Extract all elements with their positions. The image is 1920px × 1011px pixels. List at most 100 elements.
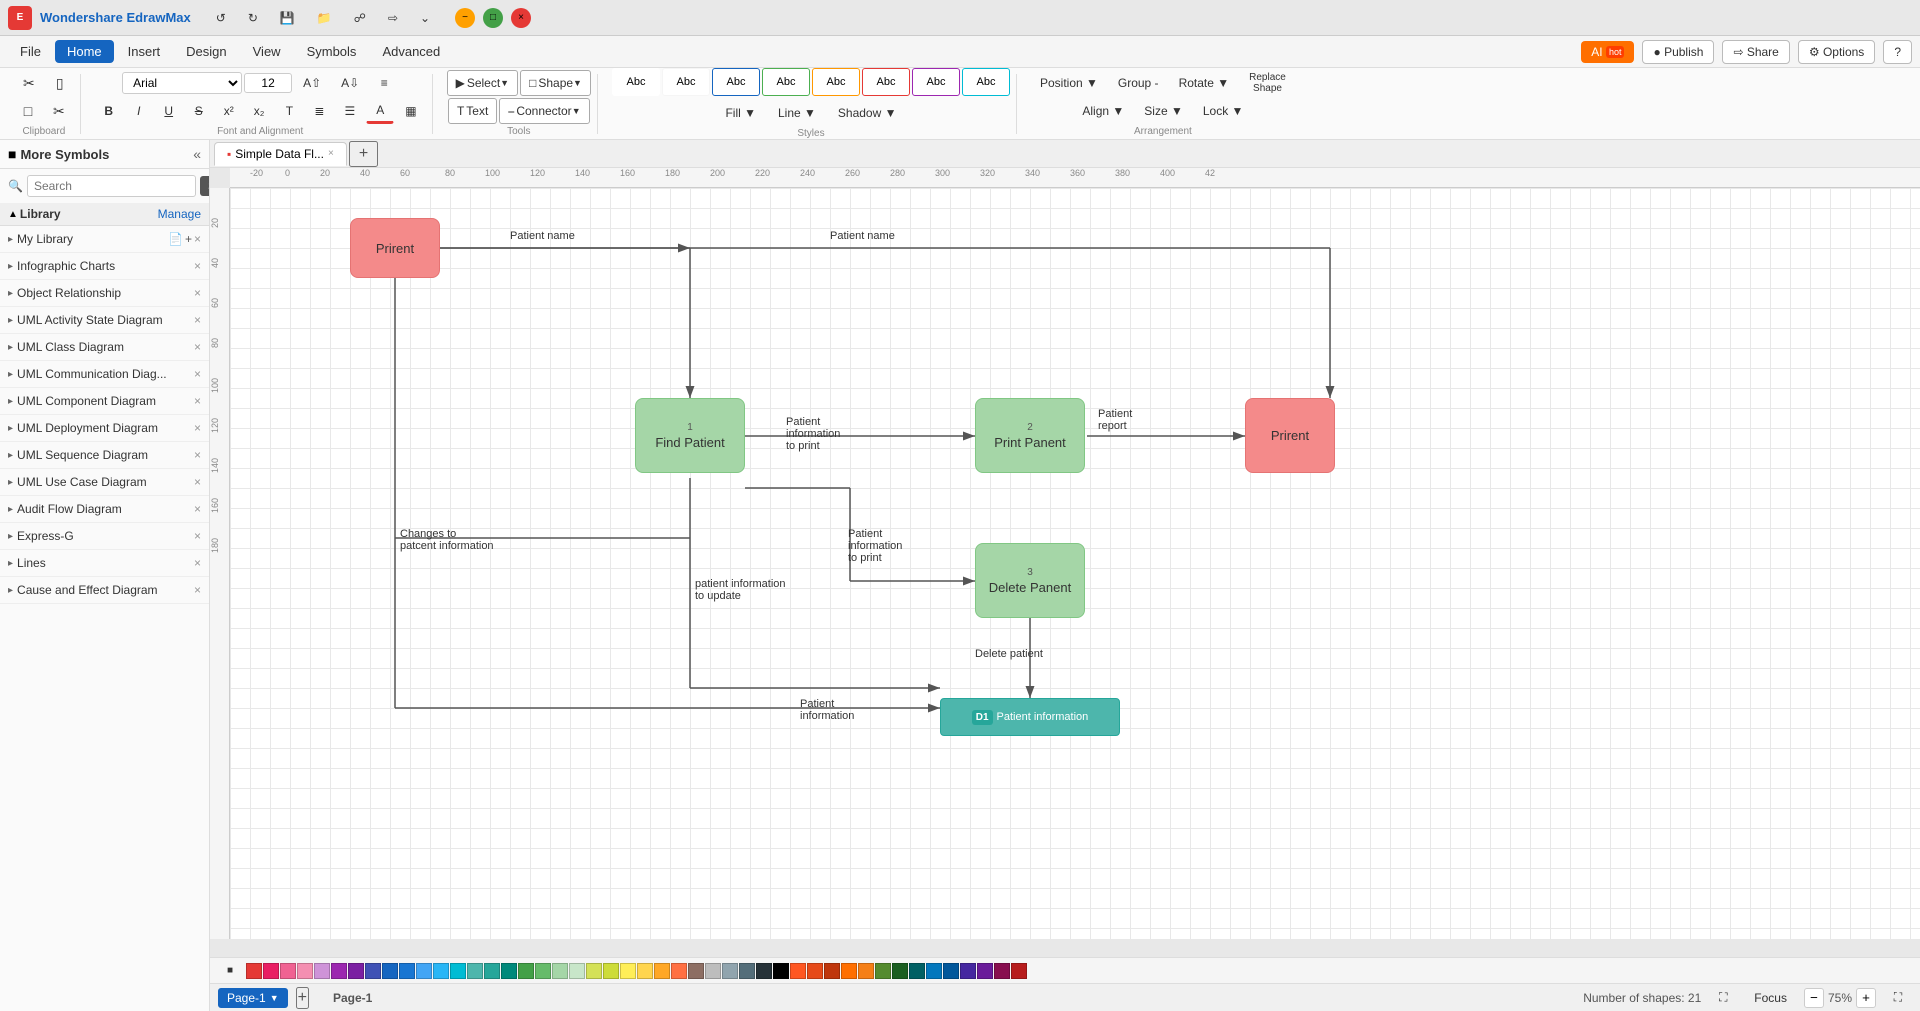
color-swatch[interactable] bbox=[671, 963, 687, 979]
position-button[interactable]: Position ▼ bbox=[1031, 70, 1107, 96]
style-thumb-6[interactable]: Abc bbox=[912, 68, 960, 96]
add-page-button[interactable]: + bbox=[296, 987, 309, 1009]
font-family-select[interactable]: Arial bbox=[122, 72, 242, 94]
color-swatch[interactable] bbox=[858, 963, 874, 979]
shadow-button[interactable]: Shadow ▼ bbox=[829, 100, 906, 126]
underline-button[interactable]: U bbox=[155, 98, 183, 124]
fullscreen-button[interactable]: ⛶ bbox=[1884, 985, 1912, 1011]
style-thumb-0[interactable]: Abc bbox=[612, 68, 660, 96]
item-close-icon[interactable]: × bbox=[194, 340, 201, 354]
color-swatch[interactable] bbox=[382, 963, 398, 979]
sidebar-item-uml-deployment-diagram[interactable]: ▸ UML Deployment Diagram × bbox=[0, 415, 209, 442]
color-swatch[interactable] bbox=[246, 963, 262, 979]
color-swatch[interactable] bbox=[654, 963, 670, 979]
color-swatch[interactable] bbox=[892, 963, 908, 979]
item-close-icon[interactable]: × bbox=[194, 421, 201, 435]
item-close-icon[interactable]: × bbox=[194, 259, 201, 273]
sidebar-item-infographic-charts[interactable]: ▸ Infographic Charts × bbox=[0, 253, 209, 280]
increase-font-btn[interactable]: A⇧ bbox=[294, 70, 330, 96]
tab-simple-data-flow[interactable]: ▪ Simple Data Fl... × bbox=[214, 142, 347, 166]
font-color-btn[interactable]: A bbox=[366, 98, 394, 124]
new-tab-button[interactable]: + bbox=[349, 141, 378, 167]
more-button[interactable]: ⌄ bbox=[411, 5, 439, 31]
sidebar-item-uml-sequence-diagram[interactable]: ▸ UML Sequence Diagram × bbox=[0, 442, 209, 469]
paste-button[interactable]: □ bbox=[14, 98, 42, 124]
item-add-icon[interactable]: + bbox=[185, 232, 192, 246]
item-close-icon[interactable]: × bbox=[194, 286, 201, 300]
fill-button[interactable]: Fill ▼ bbox=[716, 100, 765, 126]
zoom-in-button[interactable]: + bbox=[1856, 988, 1876, 1008]
bold-button[interactable]: B bbox=[95, 98, 123, 124]
save-button[interactable]: 💾 bbox=[271, 5, 304, 31]
options-button[interactable]: ⚙ Options bbox=[1798, 40, 1875, 64]
color-swatch[interactable] bbox=[467, 963, 483, 979]
color-swatch[interactable] bbox=[365, 963, 381, 979]
subscript-button[interactable]: x₂ bbox=[245, 98, 274, 124]
menu-insert[interactable]: Insert bbox=[116, 40, 173, 63]
strikethrough-button[interactable]: S bbox=[185, 98, 213, 124]
collapse-sidebar-button[interactable]: « bbox=[193, 146, 201, 162]
copy-button[interactable]: ▯ bbox=[46, 70, 74, 96]
cut-button[interactable]: ✂ bbox=[14, 70, 44, 96]
template-button[interactable]: ☍ bbox=[345, 5, 375, 31]
style-thumb-2[interactable]: Abc bbox=[712, 68, 760, 96]
shape-findpatient[interactable]: 1 Find Patient bbox=[635, 398, 745, 473]
menu-design[interactable]: Design bbox=[174, 40, 238, 63]
close-button[interactable]: × bbox=[511, 8, 531, 28]
color-swatch[interactable] bbox=[263, 963, 279, 979]
bullet-list-btn[interactable]: ≣ bbox=[305, 98, 333, 124]
select-button[interactable]: ▶ Select ▼ bbox=[447, 70, 519, 96]
sidebar-item-audit-flow-diagram[interactable]: ▸ Audit Flow Diagram × bbox=[0, 496, 209, 523]
item-close-icon[interactable]: × bbox=[194, 529, 201, 543]
item-close-icon[interactable]: × bbox=[194, 502, 201, 516]
sidebar-item-cause-and-effect-diagram[interactable]: ▸ Cause and Effect Diagram × bbox=[0, 577, 209, 604]
connector-button[interactable]: ⎯ Connector ▼ bbox=[499, 98, 589, 124]
group-button[interactable]: Group - bbox=[1109, 70, 1168, 96]
tab-close-button[interactable]: × bbox=[328, 148, 334, 159]
manage-link[interactable]: Manage bbox=[158, 207, 201, 221]
shape-prirent2[interactable]: Prirent bbox=[1245, 398, 1335, 473]
color-swatch[interactable] bbox=[739, 963, 755, 979]
superscript-button[interactable]: x² bbox=[215, 98, 243, 124]
maximize-button[interactable]: □ bbox=[483, 8, 503, 28]
shape-prirent1[interactable]: Prirent bbox=[350, 218, 440, 278]
item-close-icon[interactable]: × bbox=[194, 313, 201, 327]
color-swatch[interactable] bbox=[790, 963, 806, 979]
color-swatch[interactable] bbox=[824, 963, 840, 979]
color-swatch[interactable] bbox=[484, 963, 500, 979]
color-swatch[interactable] bbox=[399, 963, 415, 979]
menu-symbols[interactable]: Symbols bbox=[295, 40, 369, 63]
menu-home[interactable]: Home bbox=[55, 40, 114, 63]
color-swatch[interactable] bbox=[569, 963, 585, 979]
color-swatch[interactable] bbox=[314, 963, 330, 979]
color-swatch[interactable] bbox=[620, 963, 636, 979]
fill-color-btn[interactable]: ■ bbox=[216, 960, 244, 982]
color-swatch[interactable] bbox=[552, 963, 568, 979]
color-swatch[interactable] bbox=[909, 963, 925, 979]
color-swatch[interactable] bbox=[637, 963, 653, 979]
italic-button[interactable]: I bbox=[125, 98, 153, 124]
ai-button[interactable]: AI hot bbox=[1581, 41, 1634, 63]
menu-view[interactable]: View bbox=[241, 40, 293, 63]
color-swatch[interactable] bbox=[943, 963, 959, 979]
page-tab-1[interactable]: Page-1 ▼ bbox=[218, 988, 288, 1008]
color-swatch[interactable] bbox=[416, 963, 432, 979]
share-quick-button[interactable]: ⇨ bbox=[379, 5, 407, 31]
align-arrange-button[interactable]: Align ▼ bbox=[1073, 98, 1133, 124]
color-swatch[interactable] bbox=[535, 963, 551, 979]
undo-button[interactable]: ↺ bbox=[207, 5, 235, 31]
decrease-font-btn[interactable]: A⇩ bbox=[332, 70, 368, 96]
search-button[interactable]: Search bbox=[200, 176, 210, 196]
item-close-icon[interactable]: × bbox=[194, 556, 201, 570]
color-swatch[interactable] bbox=[977, 963, 993, 979]
color-swatch[interactable] bbox=[688, 963, 704, 979]
color-swatch[interactable] bbox=[773, 963, 789, 979]
color-swatch[interactable] bbox=[348, 963, 364, 979]
item-close-icon[interactable]: × bbox=[194, 232, 201, 246]
sidebar-item-my-library[interactable]: ▸ My Library 📄 + × bbox=[0, 226, 209, 253]
item-close-icon[interactable]: × bbox=[194, 475, 201, 489]
help-button[interactable]: ? bbox=[1883, 40, 1912, 64]
fit-page-button[interactable]: ⛶ bbox=[1709, 985, 1737, 1011]
redo-button[interactable]: ↻ bbox=[239, 5, 267, 31]
minimize-button[interactable]: − bbox=[455, 8, 475, 28]
